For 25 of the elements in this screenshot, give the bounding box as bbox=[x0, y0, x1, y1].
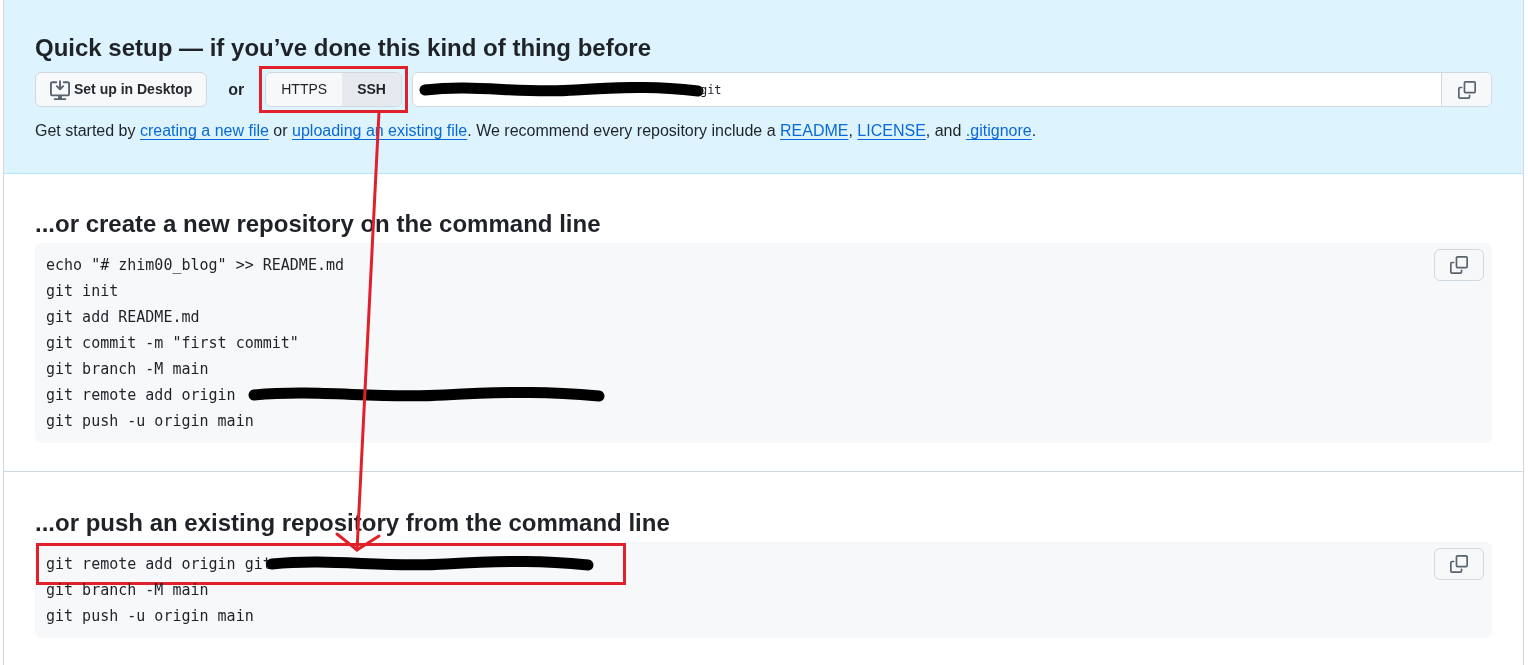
copy-icon bbox=[1450, 256, 1468, 274]
code-line: git branch -M main bbox=[46, 359, 209, 380]
hint-link[interactable]: README bbox=[780, 122, 849, 139]
hint-link[interactable]: creating a new file bbox=[139, 122, 269, 139]
copy-icon bbox=[1450, 555, 1468, 573]
copy-button[interactable] bbox=[1434, 249, 1484, 281]
or-label: or bbox=[228, 79, 245, 100]
copy-button[interactable] bbox=[1434, 548, 1484, 580]
code-line: git branch -M main bbox=[46, 580, 209, 601]
code-line: git add README.md bbox=[46, 307, 200, 328]
code-line: git push -u origin main bbox=[46, 411, 254, 432]
protocol-tab[interactable]: SSH bbox=[342, 73, 401, 106]
code-line: git push -u origin main bbox=[46, 606, 254, 627]
desktop-download-icon bbox=[50, 79, 70, 100]
panel-title: Quick setup — if you’ve done this kind of thing before bbox=[35, 33, 653, 63]
copy-button[interactable] bbox=[1441, 73, 1491, 106]
code-line: echo "# zhim00_blog" >> README.md bbox=[46, 255, 344, 276]
protocol-tab[interactable]: HTTPS bbox=[266, 73, 343, 106]
code-line: git commit -m "first commit" bbox=[46, 333, 299, 354]
hint-link[interactable]: LICENSE bbox=[857, 122, 926, 139]
hint-link[interactable]: .gitignore bbox=[965, 122, 1032, 139]
desktop-button[interactable]: Set up in Desktop bbox=[35, 72, 208, 107]
code-line: git remote add origin bbox=[46, 385, 236, 406]
copy-icon bbox=[1457, 80, 1476, 99]
code-line: git init bbox=[46, 281, 119, 302]
